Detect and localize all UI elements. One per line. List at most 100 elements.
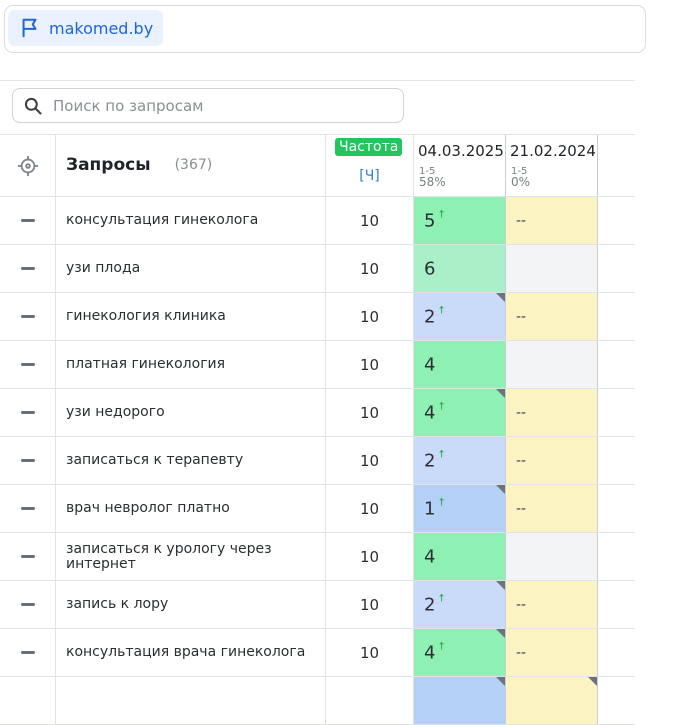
position-cell-date-2[interactable]: --: [506, 293, 598, 340]
flag-icon: [22, 18, 37, 38]
date-stats: 1-5 0%: [511, 167, 530, 189]
row-cell: [326, 677, 414, 724]
frequency-header[interactable]: Частота [Ч]: [326, 135, 414, 196]
query-text[interactable]: записаться к урологу через интернет: [56, 533, 326, 580]
table-row[interactable]: консультация врача гинеколога 10 4 ↑ --: [0, 629, 635, 677]
domain-name: makomed.by: [49, 18, 154, 38]
snippet-corner-icon[interactable]: [496, 581, 505, 590]
minus-icon: [20, 603, 35, 606]
frequency-type-link[interactable]: [Ч]: [326, 168, 413, 184]
remove-query-button[interactable]: [0, 533, 56, 580]
query-text[interactable]: врач невролог платно: [56, 485, 326, 532]
position-cell-date-1[interactable]: 4: [414, 341, 506, 388]
queries-title: Запросы: [66, 155, 151, 175]
table-row[interactable]: консультация гинеколога 10 5 ↑ --: [0, 197, 635, 245]
position-cell-date-1[interactable]: 4: [414, 533, 506, 580]
table-row[interactable]: гинекология клиника 10 2 ↑ --: [0, 293, 635, 341]
row-cell: [56, 677, 326, 724]
table-body: консультация гинеколога 10 5 ↑ -- узи плода 10…: [0, 197, 635, 725]
query-text[interactable]: гинекология клиника: [56, 293, 326, 340]
remove-query-button[interactable]: [0, 341, 56, 388]
up-arrow-icon: ↑: [437, 305, 446, 316]
snippet-corner-icon[interactable]: [496, 389, 505, 398]
table-row[interactable]: врач невролог платно 10 1 ↑ --: [0, 485, 635, 533]
top-percent: 58%: [419, 175, 446, 189]
row-cell: [506, 677, 598, 724]
position-value: --: [516, 644, 527, 661]
frequency-value: 10: [326, 629, 414, 676]
remove-query-button[interactable]: [0, 197, 56, 244]
up-arrow-icon: ↑: [437, 593, 446, 604]
search-input[interactable]: [51, 95, 395, 116]
minus-icon: [20, 363, 35, 366]
position-number: 4: [424, 354, 436, 375]
snippet-corner-icon[interactable]: [496, 485, 505, 494]
position-cell-date-2[interactable]: --: [506, 389, 598, 436]
domain-selector[interactable]: makomed.by: [8, 10, 164, 46]
position-cell-date-1[interactable]: 2 ↑: [414, 581, 506, 628]
minus-icon: [20, 411, 35, 414]
table-row[interactable]: записаться к терапевту 10 2 ↑ --: [0, 437, 635, 485]
position-cell-date-1[interactable]: 4 ↑: [414, 629, 506, 676]
position-cell-date-1[interactable]: 5 ↑: [414, 197, 506, 244]
position-cell-date-2[interactable]: --: [506, 629, 598, 676]
query-text[interactable]: узи недорого: [56, 389, 326, 436]
date-column-header-1[interactable]: 04.03.2025 1-5 58%: [414, 135, 506, 196]
top-bar: makomed.by: [0, 0, 646, 60]
row-spacer: [598, 533, 635, 580]
up-arrow-icon: ↑: [437, 497, 446, 508]
query-text[interactable]: платная гинекология: [56, 341, 326, 388]
position-number: 2: [424, 594, 436, 615]
remove-query-button[interactable]: [0, 389, 56, 436]
position-cell-date-1[interactable]: 4 ↑: [414, 389, 506, 436]
search-box[interactable]: [12, 88, 404, 123]
remove-query-button[interactable]: [0, 485, 56, 532]
up-arrow-icon: ↑: [437, 209, 446, 220]
frequency-value: 10: [326, 389, 414, 436]
query-text[interactable]: узи плода: [56, 245, 326, 292]
row-spacer: [598, 197, 635, 244]
position-cell-date-1[interactable]: 1 ↑: [414, 485, 506, 532]
minus-icon: [20, 555, 35, 558]
query-label: платная гинекология: [66, 356, 226, 372]
frequency-badge[interactable]: Частота: [335, 138, 403, 156]
frequency-value: 10: [326, 341, 414, 388]
remove-query-button[interactable]: [0, 245, 56, 292]
select-all-target[interactable]: [0, 135, 56, 196]
position-cell-date-2[interactable]: [506, 245, 598, 292]
table-row[interactable]: запись к лору 10 2 ↑ --: [0, 581, 635, 629]
remove-query-button[interactable]: [0, 629, 56, 676]
position-number: 5: [424, 210, 436, 231]
queries-header[interactable]: Запросы (367): [56, 135, 326, 196]
position-cell-date-1[interactable]: 2 ↑: [414, 293, 506, 340]
query-text[interactable]: записаться к терапевту: [56, 437, 326, 484]
up-arrow-icon: ↑: [437, 401, 446, 412]
query-text[interactable]: запись к лору: [56, 581, 326, 628]
snippet-corner-icon[interactable]: [496, 629, 505, 638]
table-row[interactable]: платная гинекология 10 4: [0, 341, 635, 389]
frequency-value: 10: [326, 293, 414, 340]
remove-query-button[interactable]: [0, 437, 56, 484]
table-row[interactable]: узи плода 10 6: [0, 245, 635, 293]
remove-query-button[interactable]: [0, 293, 56, 340]
remove-query-button[interactable]: [0, 581, 56, 628]
position-value: 2 ↑: [424, 449, 446, 471]
up-arrow-icon: ↑: [437, 449, 446, 460]
position-cell-date-1[interactable]: 2 ↑: [414, 437, 506, 484]
position-cell-date-1[interactable]: 6: [414, 245, 506, 292]
position-cell-date-2[interactable]: --: [506, 581, 598, 628]
query-text[interactable]: консультация врача гинеколога: [56, 629, 326, 676]
position-value: --: [516, 596, 527, 613]
snippet-corner-icon[interactable]: [496, 293, 505, 302]
position-cell-date-2[interactable]: [506, 533, 598, 580]
frequency-value: 10: [326, 197, 414, 244]
position-cell-date-2[interactable]: --: [506, 437, 598, 484]
date-column-header-2[interactable]: 21.02.2024 1-5 0%: [506, 135, 598, 196]
table-row[interactable]: записаться к урологу через интернет 10 4: [0, 533, 635, 581]
position-cell-date-2[interactable]: --: [506, 197, 598, 244]
position-cell-date-2[interactable]: --: [506, 485, 598, 532]
query-text[interactable]: консультация гинеколога: [56, 197, 326, 244]
table-row[interactable]: узи недорого 10 4 ↑ --: [0, 389, 635, 437]
position-cell-date-2[interactable]: [506, 341, 598, 388]
frequency-value: 10: [326, 485, 414, 532]
